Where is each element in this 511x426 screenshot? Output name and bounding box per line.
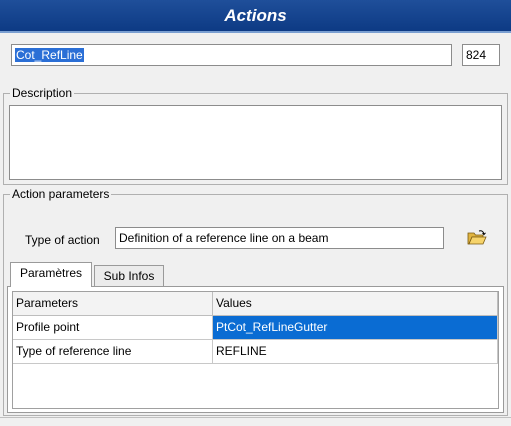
action-parameters-legend: Action parameters	[10, 187, 112, 201]
folder-open-icon	[467, 230, 487, 245]
parametres-tab-panel: Parameters Values Profile point PtCot_Re…	[7, 286, 504, 413]
parameter-name-cell[interactable]: Type of reference line	[13, 340, 213, 364]
tab-parametres[interactable]: Paramètres	[10, 262, 92, 287]
action-id-value: 824	[466, 48, 487, 62]
table-row[interactable]: Type of reference line REFLINE	[13, 340, 498, 364]
action-parameters-group: Action parameters Type of action Definit…	[3, 187, 508, 416]
tab-sub-infos[interactable]: Sub Infos	[94, 265, 164, 287]
action-id-field[interactable]: 824	[462, 44, 500, 66]
description-legend: Description	[10, 86, 75, 100]
table-row[interactable]: Profile point PtCot_RefLineGutter	[13, 316, 498, 340]
column-header-parameters[interactable]: Parameters	[13, 292, 213, 316]
parameter-value-cell[interactable]: PtCot_RefLineGutter	[213, 316, 498, 340]
window-title: Actions	[224, 6, 287, 25]
parameters-grid: Parameters Values Profile point PtCot_Re…	[12, 291, 499, 409]
type-of-action-value: Definition of a reference line on a beam	[119, 231, 329, 245]
parameter-value-cell[interactable]: REFLINE	[213, 340, 498, 364]
grid-header-row: Parameters Values	[13, 292, 498, 316]
window-title-bar: Actions	[0, 0, 511, 31]
type-of-action-field[interactable]: Definition of a reference line on a beam	[115, 227, 444, 249]
description-textarea[interactable]	[9, 105, 502, 180]
column-header-values[interactable]: Values	[213, 292, 498, 316]
parameter-name-cell[interactable]: Profile point	[13, 316, 213, 340]
action-name-input[interactable]: Cot_RefLine	[11, 44, 452, 66]
tab-parametres-label: Paramètres	[19, 266, 83, 280]
title-bar-border	[0, 31, 511, 33]
description-group: Description	[3, 86, 508, 185]
browse-action-button[interactable]	[465, 227, 489, 249]
action-name-selected-text: Cot_RefLine	[15, 48, 84, 62]
tab-sub-infos-label: Sub Infos	[103, 269, 155, 283]
type-of-action-label: Type of action	[25, 233, 100, 247]
